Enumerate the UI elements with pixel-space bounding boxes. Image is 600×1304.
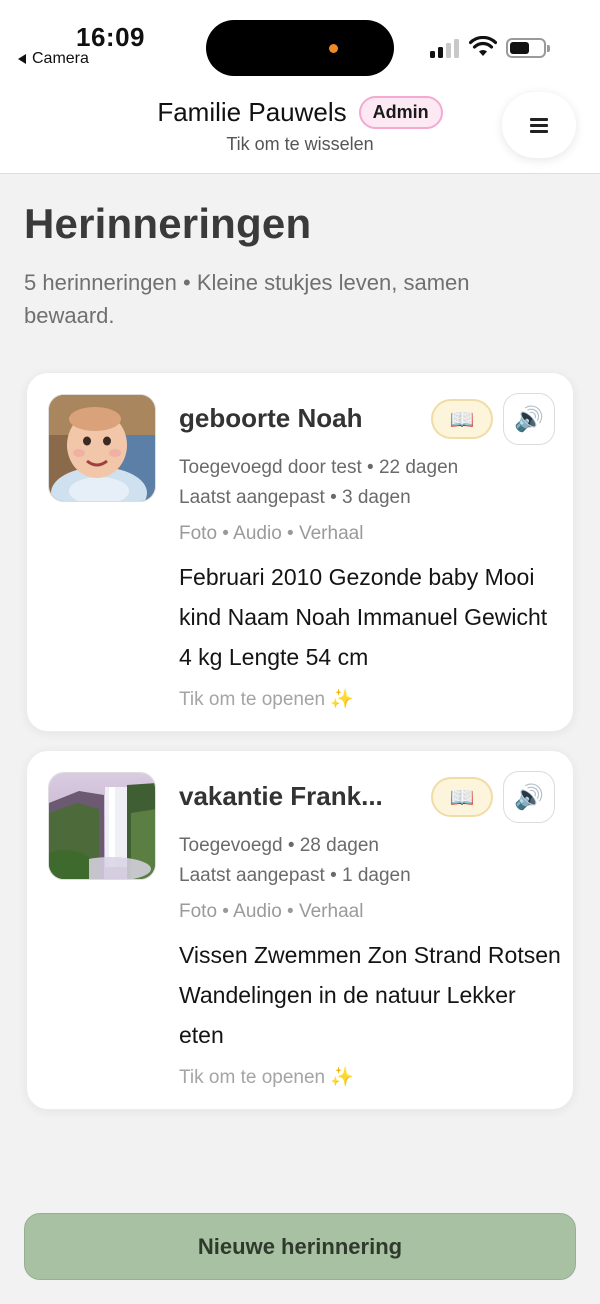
- open-hint: Tik om te openen ✨: [179, 1067, 355, 1088]
- memory-modified-info: Laatst aangepast • 1 dagen: [179, 865, 411, 886]
- memory-description: Februari 2010 Gezonde baby Mooi kind Naa…: [179, 564, 548, 670]
- memory-card[interactable]: geboorte Noah 📖 🔊 Toegevoegd door test •…: [26, 372, 574, 732]
- memory-title: vakantie Frank...: [179, 781, 383, 811]
- new-memory-button[interactable]: Nieuwe herinnering: [24, 1213, 576, 1280]
- speaker-icon: 🔊: [514, 783, 544, 811]
- menu-button[interactable]: [502, 92, 576, 158]
- app-header: Familie Pauwels Admin Tik om te wisselen: [0, 88, 600, 174]
- back-arrow-icon: [18, 54, 26, 64]
- back-app-label: Camera: [32, 50, 89, 67]
- memory-added-info: Toegevoegd door test • 22 dagen: [179, 457, 459, 478]
- back-to-app-link[interactable]: Camera: [18, 50, 89, 68]
- cellular-signal-icon: [430, 38, 459, 58]
- book-icon: 📖: [449, 408, 475, 431]
- recording-dot-icon: [329, 44, 338, 53]
- play-audio-button[interactable]: 🔊: [503, 771, 555, 823]
- hamburger-menu-icon: [530, 118, 548, 133]
- memory-modified-info: Laatst aangepast • 3 dagen: [179, 487, 411, 508]
- story-book-button[interactable]: 📖: [431, 777, 493, 817]
- book-icon: 📖: [449, 786, 475, 809]
- family-name: Familie Pauwels: [157, 97, 347, 127]
- speaker-icon: 🔊: [514, 405, 544, 433]
- memory-card[interactable]: vakantie Frank... 📖 🔊 Toegevoegd • 28 da…: [26, 750, 574, 1110]
- memory-added-info: Toegevoegd • 28 dagen: [179, 835, 379, 856]
- wifi-icon: [469, 36, 497, 56]
- memory-title: geboorte Noah: [179, 403, 363, 433]
- play-audio-button[interactable]: 🔊: [503, 393, 555, 445]
- memory-description: Vissen Zwemmen Zon Strand Rotsen Wandeli…: [179, 942, 561, 1048]
- status-time: 16:09: [76, 22, 145, 52]
- status-bar: 16:09 Camera: [0, 0, 600, 88]
- page-title: Herinneringen: [24, 200, 312, 247]
- memory-thumbnail-waterfall: [48, 772, 156, 880]
- memory-types: Foto • Audio • Verhaal: [179, 901, 364, 922]
- memory-types: Foto • Audio • Verhaal: [179, 523, 364, 544]
- page-subtitle: 5 herinneringen • Kleine stukjes leven, …: [24, 270, 470, 328]
- dynamic-island: [206, 20, 394, 76]
- role-badge: Admin: [358, 96, 443, 129]
- memory-thumbnail-baby: [48, 394, 156, 502]
- story-book-button[interactable]: 📖: [431, 399, 493, 439]
- open-hint: Tik om te openen ✨: [179, 689, 355, 710]
- battery-icon: [506, 38, 550, 58]
